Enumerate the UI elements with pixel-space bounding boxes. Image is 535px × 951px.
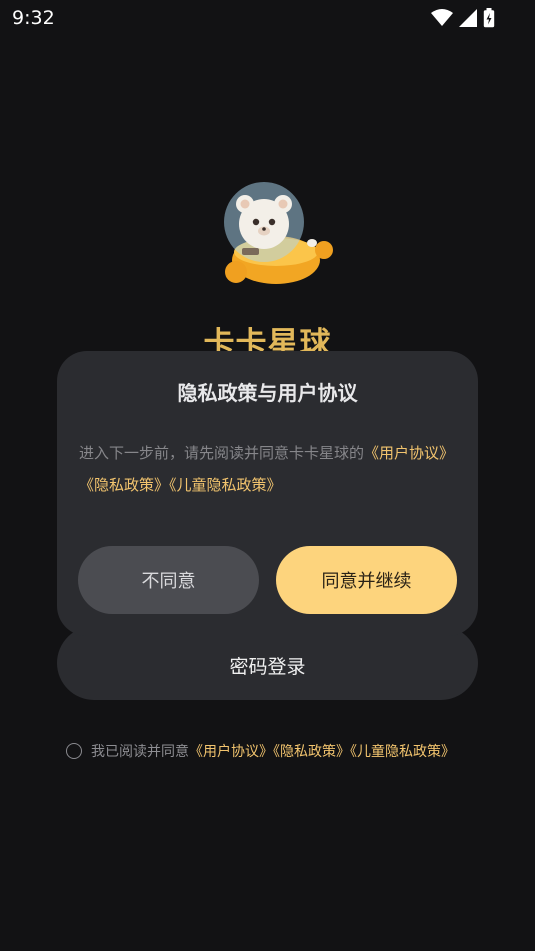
status-icons [431, 8, 495, 28]
dialog-user-agreement-link[interactable]: 《用户协议》 [364, 444, 454, 462]
user-agreement-link[interactable]: 《用户协议》 [189, 744, 273, 760]
dialog-body: 进入下一步前，请先阅读并同意卡卡星球的《用户协议》《隐私政策》《儿童隐私政策》 [79, 437, 457, 501]
dialog-title: 隐私政策与用户协议 [177, 381, 358, 405]
privacy-dialog: 隐私政策与用户协议 进入下一步前，请先阅读并同意卡卡星球的《用户协议》《隐私政策… [57, 351, 478, 636]
disagree-button[interactable]: 不同意 [78, 546, 259, 614]
dialog-privacy-policy-link[interactable]: 《隐私政策》 [79, 476, 169, 494]
cellular-signal-icon [459, 9, 477, 27]
agreement-text: 我已阅读并同意《用户协议》《隐私政策》《儿童隐私政策》 [91, 741, 455, 761]
password-login-button[interactable]: 密码登录 [57, 626, 478, 700]
privacy-policy-link[interactable]: 《隐私政策》 [273, 744, 350, 760]
agreement-row: 我已阅读并同意《用户协议》《隐私政策》《儿童隐私政策》 [66, 741, 455, 761]
dialog-body-text: 进入下一步前，请先阅读并同意卡卡星球的 [79, 444, 365, 462]
child-privacy-policy-link[interactable]: 《儿童隐私政策》 [350, 744, 455, 760]
astronaut-bear-logo [224, 182, 333, 284]
status-bar: 9:32 [0, 0, 535, 36]
dialog-child-privacy-policy-link[interactable]: 《儿童隐私政策》 [169, 476, 282, 494]
battery-charging-icon [483, 8, 495, 28]
status-time: 9:32 [12, 7, 55, 29]
agreement-checkbox[interactable] [66, 743, 82, 759]
agree-continue-button[interactable]: 同意并继续 [276, 546, 457, 614]
wifi-icon [431, 9, 453, 26]
agreement-prefix: 我已阅读并同意 [91, 744, 189, 760]
